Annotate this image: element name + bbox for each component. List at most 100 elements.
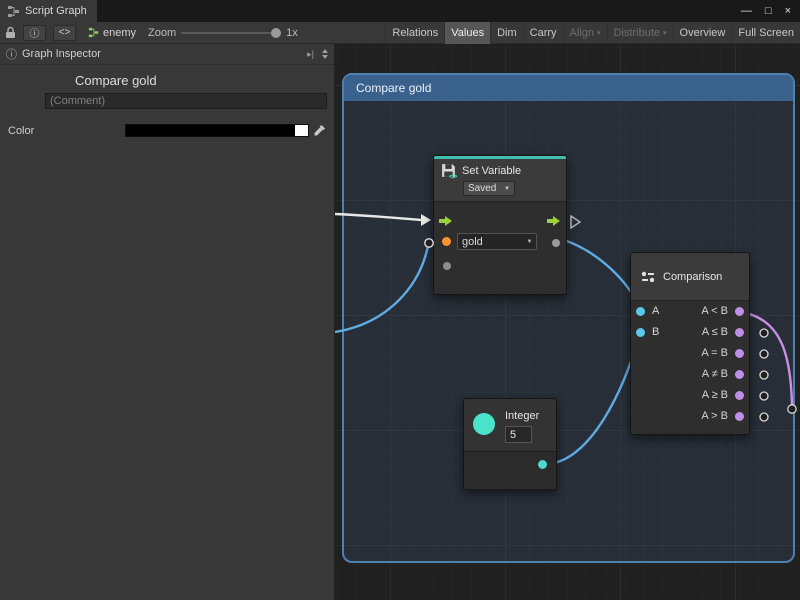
maximize-icon[interactable]: □ [765,5,772,17]
node-title: Integer [505,410,539,422]
minimize-icon[interactable]: — [741,5,752,17]
values-button[interactable]: Values [444,22,490,44]
output-label: A ≤ B [702,322,728,343]
tab-script-graph[interactable]: Script Graph [0,0,97,22]
dock-icon[interactable]: ▸| [307,49,314,60]
output-port-a-neq-b[interactable] [735,370,744,379]
graph-canvas[interactable]: Compare gold <> Set [335,44,800,600]
chevron-down-icon: ▾ [663,29,667,37]
color-alpha-segment [295,125,308,136]
chevron-down-icon: ▾ [597,29,601,37]
comparison-header[interactable]: Comparison [631,253,749,301]
output-port-a-gte-b[interactable] [735,391,744,400]
graph-inspector-title: Graph Inspector [22,48,101,60]
graph-title: Compare gold [75,73,334,88]
input-label: B [652,322,659,343]
output-port-a-lt-b[interactable] [735,307,744,316]
output-port-a-lte-b[interactable] [735,328,744,337]
overview-label: Overview [680,27,726,39]
inspector-toggle-button[interactable]: ⓘ [23,25,46,41]
zoom-slider[interactable] [181,27,281,39]
comment-input[interactable] [45,93,327,109]
lock-icon[interactable] [5,26,16,39]
align-label: Align [570,27,594,39]
zoom-slider-track[interactable] [181,32,281,34]
input-port-b[interactable] [636,328,645,337]
comparison-rows: A A < B B A ≤ B A = B A ≠ B [631,301,749,427]
comparison-row: A > B [631,406,749,427]
integer-header[interactable]: Integer [464,399,556,452]
graph-name-label: enemy [103,27,136,39]
eyedropper-icon[interactable] [313,124,326,137]
node-comparison[interactable]: Comparison A A < B B A ≤ B A = B [630,252,750,435]
fallback-value-port[interactable] [443,262,451,270]
input-port-a[interactable] [636,307,645,316]
comparison-row: A ≥ B [631,385,749,406]
info-icon: ⓘ [30,25,40,40]
integer-output-port[interactable] [538,460,547,469]
carry-label: Carry [530,27,557,39]
output-label: A ≠ B [702,364,728,385]
fullscreen-button[interactable]: Full Screen [731,22,800,44]
relations-button[interactable]: Relations [385,22,444,44]
node-title: Comparison [663,271,722,283]
set-variable-output-port[interactable] [552,239,560,247]
variable-scope-dropdown[interactable]: Saved ▼ [463,181,515,196]
integer-type-icon [473,413,495,435]
fullscreen-label: Full Screen [738,27,794,39]
output-label: A < B [701,301,728,322]
node-set-variable[interactable]: <> Set Variable Saved ▼ gold ▼ [433,155,567,295]
scope-value: Saved [468,183,496,194]
output-label: A = B [701,343,728,364]
values-label: Values [451,27,484,39]
output-label: A ≥ B [702,385,728,406]
color-swatch[interactable] [125,124,309,137]
dim-label: Dim [497,27,517,39]
graph-toolbar: ⓘ <> enemy Zoom 1x Relations Values [0,22,800,44]
close-icon[interactable]: × [785,5,791,17]
code-icon: <> [59,27,71,38]
flow-output-port[interactable] [547,215,561,227]
toolbar-buttons: Relations Values Dim Carry Align ▾ Distr… [385,22,800,44]
comparison-row: B A ≤ B [631,322,749,343]
zoom-slider-handle[interactable] [271,28,281,38]
group-header[interactable]: Compare gold [344,75,793,101]
flow-input-port[interactable] [439,215,453,227]
color-label: Color [8,125,34,137]
color-field-row: Color [0,124,334,138]
comparison-row: A A < B [631,301,749,322]
node-title: Set Variable [462,165,521,177]
graph-inspector-header: ⓘ Graph Inspector ▸| [0,44,334,65]
comparison-row: A ≠ B [631,364,749,385]
zoom-value: 1x [286,27,298,39]
distribute-label: Distribute [614,27,660,39]
variable-name-port[interactable] [442,237,451,246]
graph-inspector-panel: ⓘ Graph Inspector ▸| Compare gold Color [0,44,335,600]
distribute-button[interactable]: Distribute ▾ [607,22,673,44]
relations-label: Relations [392,27,438,39]
script-graph-icon [7,5,20,18]
window-controls: — □ × [741,0,800,22]
info-icon: ⓘ [6,46,17,62]
input-label: A [652,301,659,322]
graph-reference[interactable]: enemy [88,27,136,39]
node-integer[interactable]: Integer [463,398,557,490]
graph-asset-icon [88,27,99,38]
overview-button[interactable]: Overview [673,22,732,44]
zoom-label: Zoom [148,27,176,39]
group-title: Compare gold [356,81,431,95]
spinner-icon[interactable] [322,49,328,59]
set-variable-body: gold ▼ [434,202,566,294]
comparison-row: A = B [631,343,749,364]
edit-graph-button[interactable]: <> [53,25,76,41]
output-port-a-gt-b[interactable] [735,412,744,421]
chevron-down-icon: ▼ [523,239,536,245]
carry-button[interactable]: Carry [523,22,563,44]
variable-name-dropdown[interactable]: gold ▼ [457,233,537,250]
integer-value-input[interactable] [505,426,532,443]
output-port-a-eq-b[interactable] [735,349,744,358]
align-button[interactable]: Align ▾ [563,22,607,44]
integer-body [464,452,556,488]
set-variable-header[interactable]: <> Set Variable Saved ▼ [434,159,566,202]
dim-button[interactable]: Dim [490,22,523,44]
